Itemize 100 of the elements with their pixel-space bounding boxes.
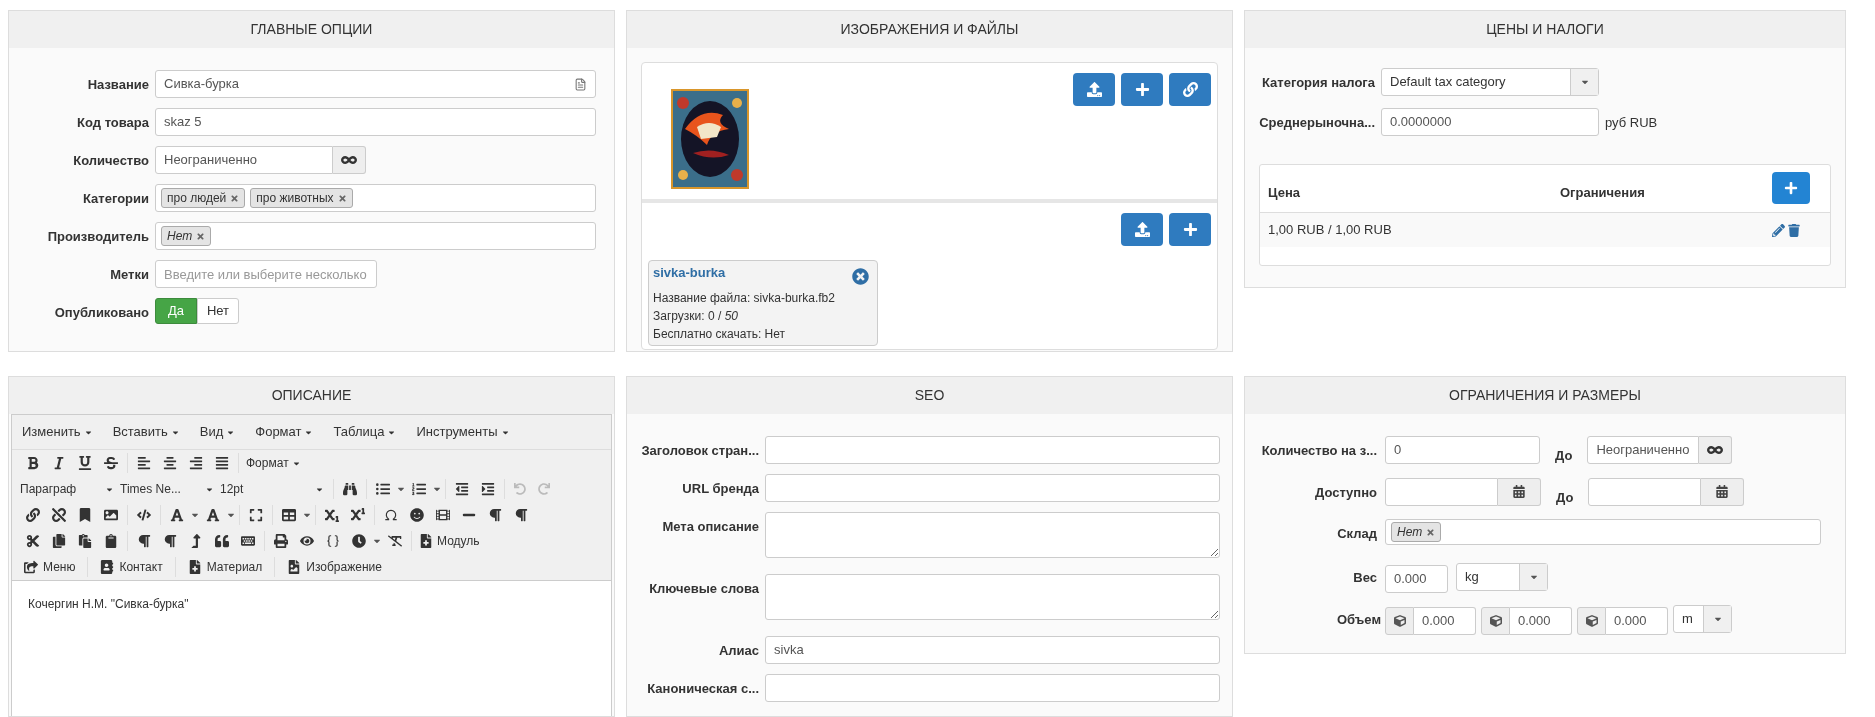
text-field[interactable]: sivka: [765, 636, 1220, 664]
unlimited-button[interactable]: [333, 146, 366, 174]
fullscreen-icon[interactable]: [249, 508, 263, 522]
cut-icon[interactable]: [26, 534, 40, 548]
paste-icon[interactable]: [78, 534, 92, 548]
binoculars-icon[interactable]: [343, 482, 357, 496]
align-justify-icon[interactable]: [215, 456, 229, 470]
remove-icon[interactable]: [230, 193, 240, 203]
subscript-icon[interactable]: [325, 508, 339, 522]
insert-icon[interactable]: [189, 534, 203, 548]
upload-button[interactable]: [1121, 213, 1163, 246]
calendar-button[interactable]: [1701, 477, 1745, 506]
remove-icon[interactable]: [196, 231, 206, 241]
text-field[interactable]: Сивка-бурка: [155, 70, 596, 98]
unlink-icon[interactable]: [52, 508, 66, 522]
text-color-icon[interactable]: [170, 508, 184, 522]
date-field[interactable]: [1588, 477, 1702, 506]
bullet-list-icon[interactable]: [376, 482, 390, 496]
clipboard-icon[interactable]: [104, 534, 118, 548]
align-center-icon[interactable]: [163, 456, 177, 470]
insert-button[interactable]: Меню: [20, 558, 80, 576]
media-icon[interactable]: [436, 508, 450, 522]
quantity-field[interactable]: Неограниченно: [155, 146, 333, 174]
remove-icon[interactable]: [1426, 527, 1436, 537]
add-price-button[interactable]: [1772, 172, 1810, 204]
tag-chip[interactable]: про людей: [161, 188, 246, 208]
toolbar-select[interactable]: Параграф: [20, 480, 120, 498]
price-field[interactable]: 0.0000000: [1381, 108, 1599, 136]
braces-icon[interactable]: [326, 534, 340, 548]
indent-icon[interactable]: [481, 482, 495, 496]
dimension-field[interactable]: 0.000: [1414, 607, 1476, 635]
menu-item[interactable]: Формат: [255, 422, 314, 442]
tag-chip[interactable]: про животных: [250, 188, 353, 208]
bold-icon[interactable]: [26, 456, 40, 470]
paragraph-icon[interactable]: [137, 534, 151, 548]
bookmark-icon[interactable]: [78, 508, 92, 522]
paragraph-icon[interactable]: [163, 534, 177, 548]
upload-button[interactable]: [1073, 73, 1115, 106]
quote-icon[interactable]: [215, 534, 229, 548]
keyboard-icon[interactable]: [241, 534, 255, 548]
superscript-icon[interactable]: [351, 508, 365, 522]
text-field[interactable]: [765, 436, 1220, 464]
link-button[interactable]: [1169, 73, 1211, 106]
numbered-list-icon[interactable]: [412, 482, 426, 496]
print-icon[interactable]: [274, 534, 288, 548]
tag-chip[interactable]: Нет: [1391, 522, 1442, 542]
omega-icon[interactable]: [384, 508, 398, 522]
unit-select[interactable]: m: [1673, 605, 1732, 633]
min-quantity-field[interactable]: 0: [1385, 436, 1540, 464]
menu-item[interactable]: Вставить: [112, 422, 180, 442]
link-icon[interactable]: [26, 508, 40, 522]
delete-icon[interactable]: [1788, 223, 1800, 237]
toolbar-select[interactable]: Times Ne...: [120, 480, 220, 498]
paragraph-icon[interactable]: [488, 508, 502, 522]
dimension-field[interactable]: 0.000: [1510, 607, 1572, 635]
smiley-icon[interactable]: [410, 508, 424, 522]
tag-chip[interactable]: Нет: [161, 226, 212, 246]
toolbar-select[interactable]: 12pt: [220, 480, 330, 498]
insert-button[interactable]: Материал: [183, 558, 267, 576]
menu-item[interactable]: Инструменты: [416, 422, 510, 442]
copy-icon[interactable]: [52, 534, 66, 548]
align-left-icon[interactable]: [137, 456, 151, 470]
menu-item[interactable]: Изменить: [22, 422, 93, 442]
menu-item[interactable]: Таблица: [333, 422, 397, 442]
date-field[interactable]: [1385, 477, 1498, 506]
tag-field[interactable]: про людей про животных: [155, 184, 596, 212]
italic-icon[interactable]: [52, 456, 66, 470]
image-icon[interactable]: [104, 508, 118, 522]
menu-item[interactable]: Вид: [199, 422, 236, 442]
tag-field[interactable]: Нет: [155, 222, 596, 250]
weight-field[interactable]: 0.000: [1385, 565, 1448, 593]
toggle-option[interactable]: Нет: [197, 298, 239, 324]
quantity-field[interactable]: Неограниченно: [1587, 436, 1700, 464]
tag-field[interactable]: Нет: [1385, 519, 1821, 545]
text-field[interactable]: skaz 5: [155, 108, 596, 136]
strikethrough-icon[interactable]: [104, 456, 118, 470]
dimension-field[interactable]: 0.000: [1606, 607, 1668, 635]
unlimited-button[interactable]: [1699, 436, 1733, 464]
table-icon[interactable]: [282, 508, 296, 522]
edit-icon[interactable]: [1772, 223, 1785, 237]
align-right-icon[interactable]: [189, 456, 203, 470]
remove-icon[interactable]: [337, 193, 347, 203]
underline-icon[interactable]: [78, 456, 92, 470]
clear-format-icon[interactable]: [388, 534, 402, 548]
tax-category-select[interactable]: Default tax category: [1381, 68, 1599, 96]
module-button[interactable]: Модуль: [419, 532, 480, 550]
unit-select[interactable]: kg: [1456, 563, 1548, 591]
paragraph-icon[interactable]: [514, 508, 528, 522]
calendar-button[interactable]: [1498, 477, 1541, 506]
add-button[interactable]: [1169, 213, 1211, 246]
insert-button[interactable]: Контакт: [96, 558, 167, 576]
tag-search-field[interactable]: Введите или выберите несколько: [155, 260, 377, 288]
format-dropdown[interactable]: Формат: [246, 454, 301, 472]
code-icon[interactable]: [137, 508, 151, 522]
add-button[interactable]: [1121, 73, 1163, 106]
insert-button[interactable]: Изображение: [283, 558, 386, 576]
outdent-icon[interactable]: [455, 482, 469, 496]
text-field[interactable]: [765, 474, 1220, 502]
clock-icon[interactable]: [352, 534, 366, 548]
editor-content[interactable]: Кочергин Н.М. "Сивка-бурка": [12, 581, 611, 627]
